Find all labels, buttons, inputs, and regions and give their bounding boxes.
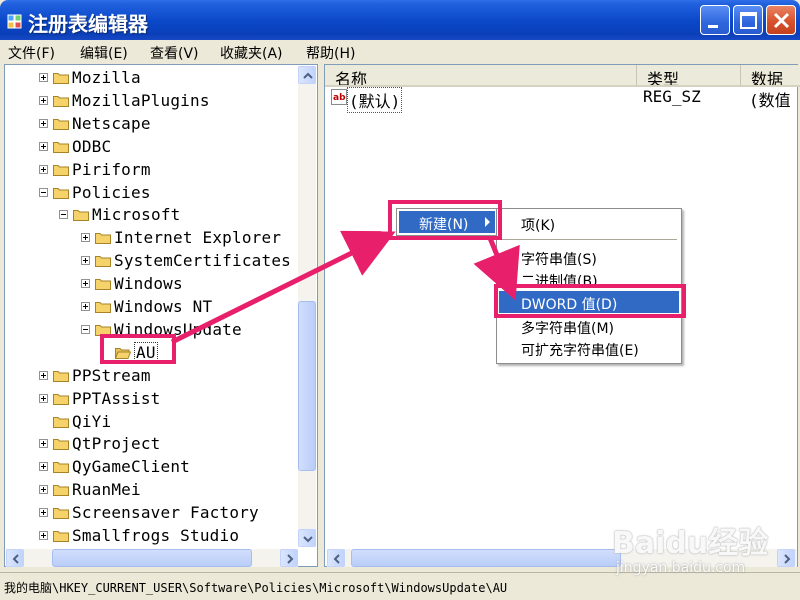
baidu-watermark: Baidu经验 jingyan.baidu.com	[612, 518, 792, 582]
highlight-dword-item	[494, 284, 686, 318]
highlight-au-node	[100, 334, 176, 364]
watermark-logo: Baidu经验	[612, 526, 769, 561]
annotation-arrow	[473, 237, 520, 301]
annotation-arrow	[170, 230, 396, 345]
highlight-new-item	[388, 200, 502, 240]
watermark-url: jingyan.baidu.com	[616, 560, 746, 576]
